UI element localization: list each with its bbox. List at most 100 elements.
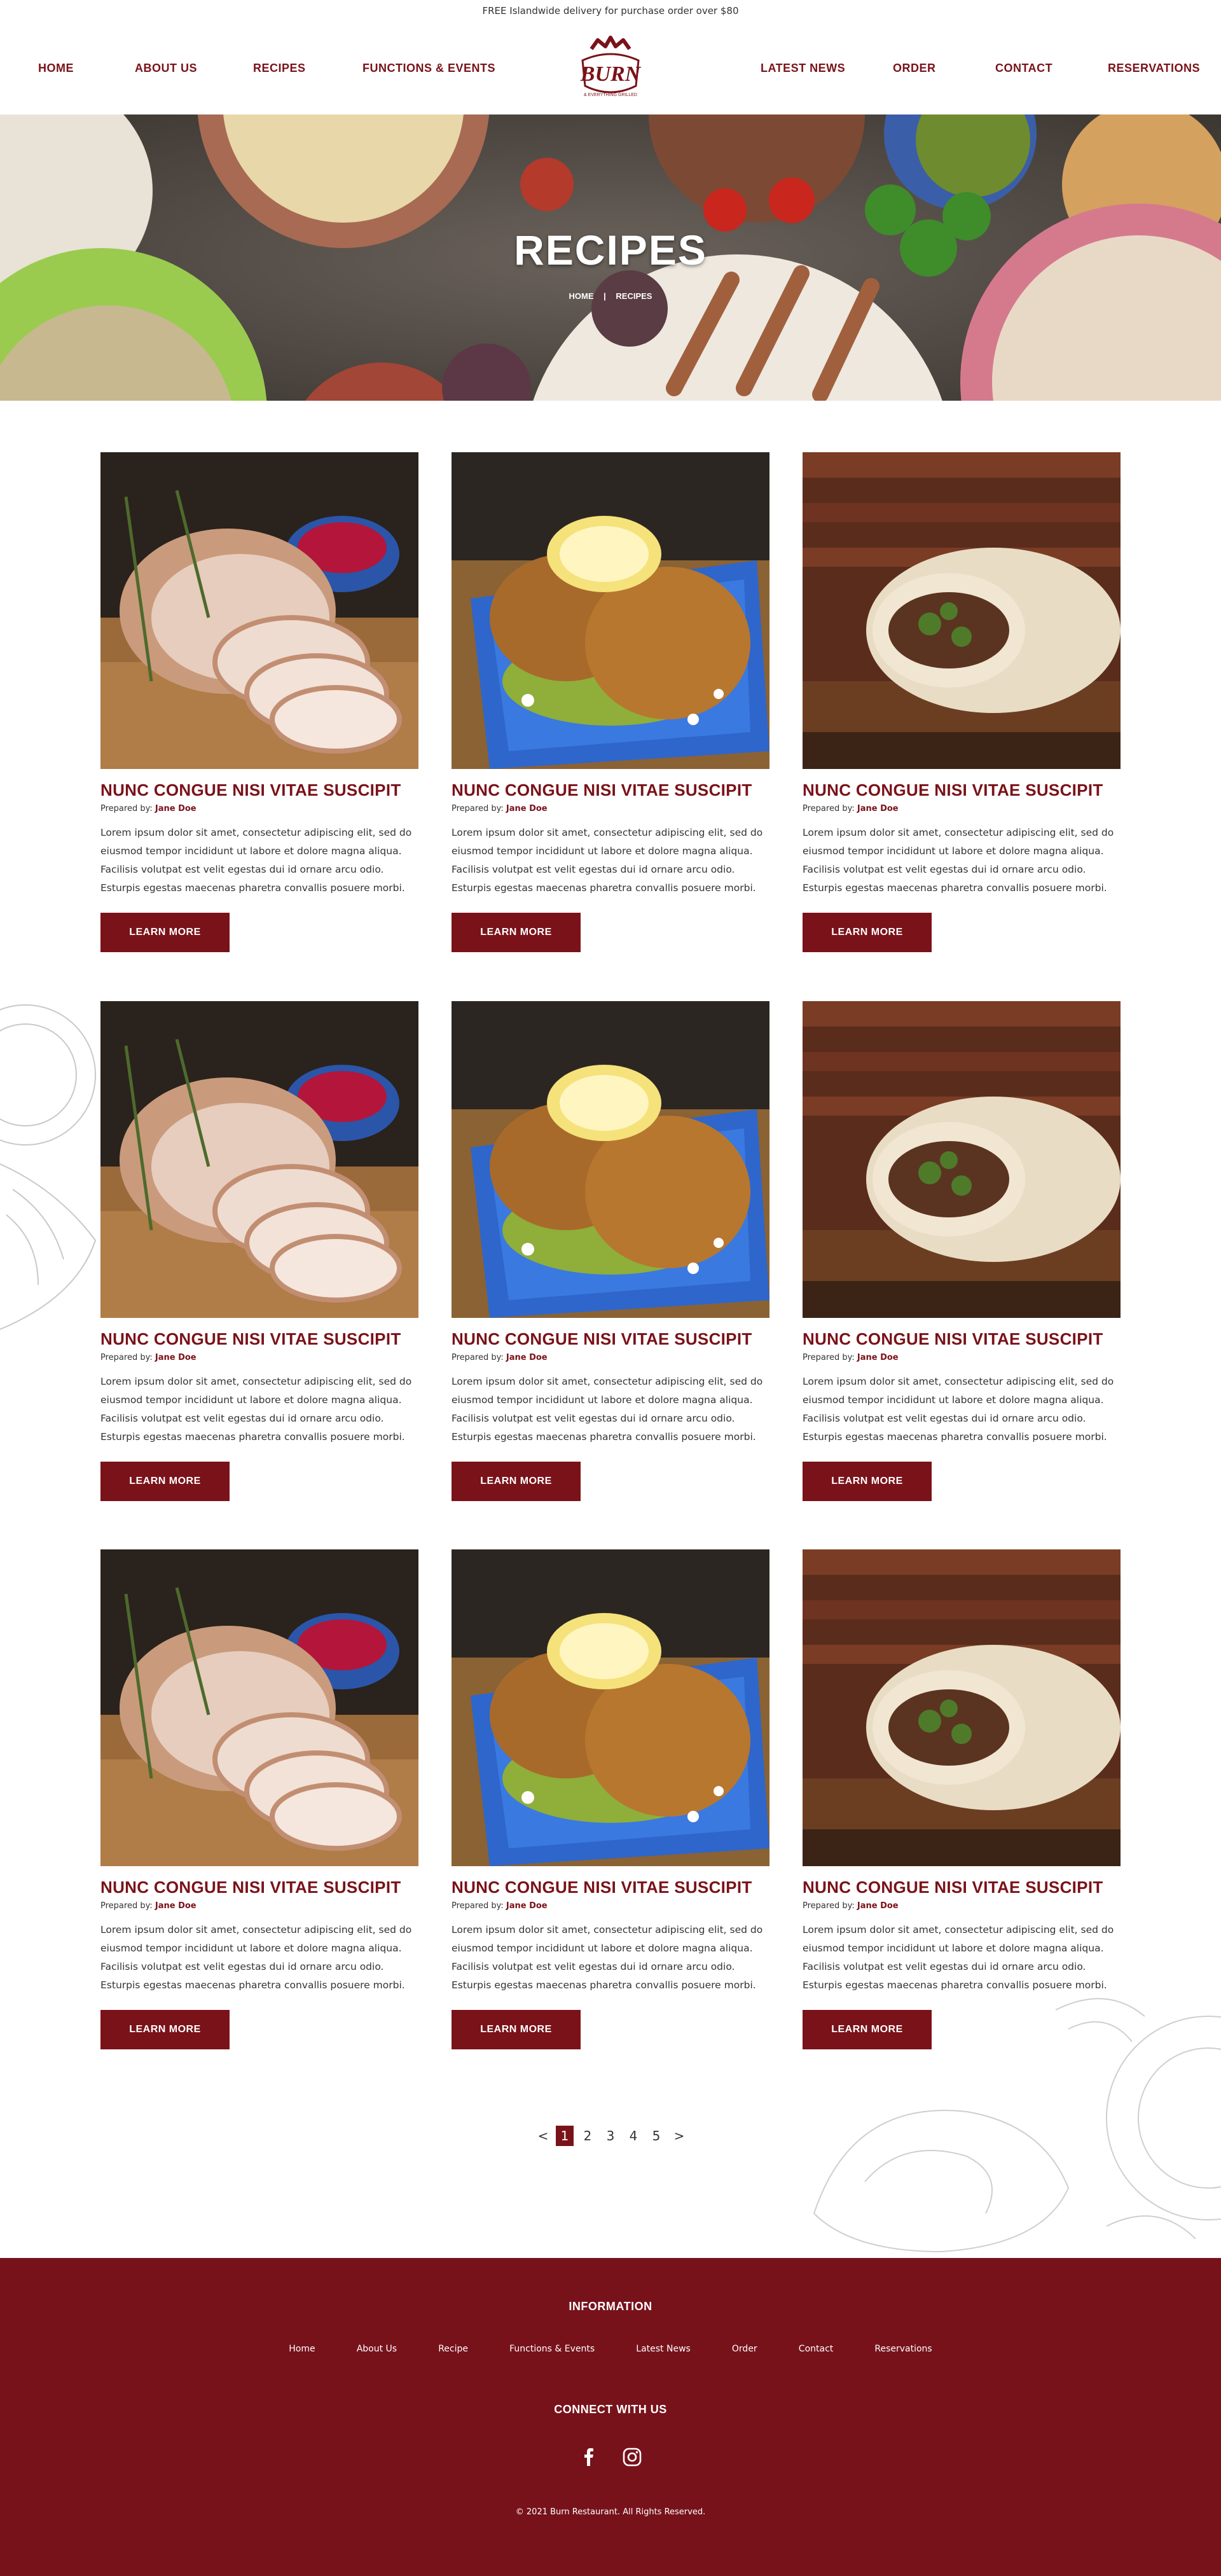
pagination-prev[interactable]: < [534, 2126, 552, 2146]
author-name[interactable]: Jane Doe [506, 1901, 548, 1911]
recipe-image[interactable] [452, 1001, 769, 1318]
footer-link-contact[interactable]: Contact [799, 2344, 833, 2354]
footer-connect-heading: CONNECT WITH US [554, 2403, 667, 2416]
recipe-title[interactable]: NUNC CONGUE NISI VITAE SUSCIPIT [452, 780, 769, 800]
author-name[interactable]: Jane Doe [857, 1353, 899, 1362]
announcement-bar: FREE Islandwide delivery for purchase or… [482, 5, 739, 17]
page-title: RECIPES [514, 226, 707, 274]
recipe-title[interactable]: NUNC CONGUE NISI VITAE SUSCIPIT [452, 1878, 769, 1897]
breadcrumb-home[interactable]: HOME [569, 291, 594, 301]
nav-order[interactable]: ORDER [893, 22, 936, 114]
recipe-card: NUNC CONGUE NISI VITAE SUSCIPIT Prepared … [452, 1001, 769, 1501]
nav-reservations[interactable]: RESERVATIONS [1108, 22, 1200, 114]
recipe-author: Prepared by: Jane Doe [452, 804, 769, 814]
learn-more-button[interactable]: LEARN MORE [803, 913, 932, 952]
recipe-image[interactable] [803, 1001, 1121, 1318]
recipe-title[interactable]: NUNC CONGUE NISI VITAE SUSCIPIT [803, 1329, 1121, 1349]
footer-link-reservations[interactable]: Reservations [874, 2344, 932, 2354]
recipe-image[interactable] [452, 1549, 769, 1866]
author-name[interactable]: Jane Doe [155, 804, 197, 814]
recipe-title[interactable]: NUNC CONGUE NISI VITAE SUSCIPIT [100, 1878, 418, 1897]
prepared-by-label: Prepared by: [100, 1353, 153, 1362]
author-name[interactable]: Jane Doe [506, 1353, 548, 1362]
recipe-title[interactable]: NUNC CONGUE NISI VITAE SUSCIPIT [803, 1878, 1121, 1897]
recipe-excerpt: Lorem ipsum dolor sit amet, consectetur … [452, 1376, 763, 1443]
recipe-author: Prepared by: Jane Doe [100, 1353, 418, 1362]
recipe-image[interactable] [100, 1001, 418, 1318]
recipe-excerpt: Lorem ipsum dolor sit amet, consectetur … [100, 1924, 412, 1991]
burn-logo[interactable]: BURN & EVERYTHING GRILLED [572, 35, 649, 105]
learn-more-button[interactable]: LEARN MORE [803, 1462, 932, 1501]
footer-links: Home About Us Recipe Functions & Events … [0, 2342, 1221, 2354]
recipe-card: NUNC CONGUE NISI VITAE SUSCIPIT Prepared … [100, 452, 418, 952]
page-2[interactable]: 2 [579, 2126, 597, 2146]
recipe-excerpt: Lorem ipsum dolor sit amet, consectetur … [100, 1376, 412, 1443]
recipe-card: NUNC CONGUE NISI VITAE SUSCIPIT Prepared … [803, 1001, 1121, 1501]
hero-banner: RECIPES HOME | RECIPES [0, 114, 1221, 401]
page-5[interactable]: 5 [647, 2126, 665, 2146]
recipe-author: Prepared by: Jane Doe [803, 1353, 1121, 1362]
prepared-by-label: Prepared by: [803, 804, 855, 814]
page-1[interactable]: 1 [556, 2126, 574, 2146]
recipe-author: Prepared by: Jane Doe [803, 804, 1121, 814]
footer-link-recipe[interactable]: Recipe [438, 2344, 468, 2354]
recipe-image[interactable] [803, 1549, 1121, 1866]
site-header: HOME ABOUT US RECIPES FUNCTIONS & EVENTS… [0, 22, 1221, 114]
author-name[interactable]: Jane Doe [857, 1901, 899, 1911]
author-name[interactable]: Jane Doe [857, 804, 899, 814]
learn-more-button[interactable]: LEARN MORE [100, 2010, 230, 2049]
author-name[interactable]: Jane Doe [155, 1901, 197, 1911]
footer-link-functions[interactable]: Functions & Events [509, 2344, 595, 2354]
recipe-title[interactable]: NUNC CONGUE NISI VITAE SUSCIPIT [100, 780, 418, 800]
footer-link-about[interactable]: About Us [357, 2344, 397, 2354]
recipe-title[interactable]: NUNC CONGUE NISI VITAE SUSCIPIT [100, 1329, 418, 1349]
footer-link-home[interactable]: Home [289, 2344, 315, 2354]
nav-recipes[interactable]: RECIPES [253, 22, 306, 114]
learn-more-button[interactable]: LEARN MORE [100, 1462, 230, 1501]
recipe-excerpt: Lorem ipsum dolor sit amet, consectetur … [452, 1924, 763, 1991]
recipe-image[interactable] [803, 452, 1121, 769]
prepared-by-label: Prepared by: [100, 804, 153, 814]
pagination-next[interactable]: > [670, 2126, 688, 2146]
breadcrumb: HOME | RECIPES [0, 291, 1221, 301]
copyright: © 2021 Burn Restaurant. All Rights Reser… [515, 2507, 706, 2517]
facebook-icon[interactable] [578, 2446, 600, 2468]
recipe-excerpt: Lorem ipsum dolor sit amet, consectetur … [452, 827, 763, 894]
recipe-card: NUNC CONGUE NISI VITAE SUSCIPIT Prepared … [100, 1549, 418, 2049]
recipe-author: Prepared by: Jane Doe [100, 1901, 418, 1911]
recipe-card: NUNC CONGUE NISI VITAE SUSCIPIT Prepared … [100, 1001, 418, 1501]
instagram-icon[interactable] [621, 2446, 643, 2468]
breadcrumb-separator: | [604, 291, 606, 301]
social-links [0, 2446, 1221, 2470]
footer-link-order[interactable]: Order [732, 2344, 757, 2354]
footer-info-heading: INFORMATION [569, 2300, 652, 2313]
site-footer: INFORMATION Home About Us Recipe Functio… [0, 2258, 1221, 2576]
author-name[interactable]: Jane Doe [506, 804, 548, 814]
nav-home[interactable]: HOME [38, 22, 74, 114]
learn-more-button[interactable]: LEARN MORE [452, 2010, 581, 2049]
recipe-author: Prepared by: Jane Doe [452, 1901, 769, 1911]
pagination: < 1 2 3 4 5 > [534, 2126, 687, 2149]
recipe-excerpt: Lorem ipsum dolor sit amet, consectetur … [803, 1924, 1114, 1991]
learn-more-button[interactable]: LEARN MORE [803, 2010, 932, 2049]
nav-latest-news[interactable]: LATEST NEWS [761, 22, 845, 114]
recipe-title[interactable]: NUNC CONGUE NISI VITAE SUSCIPIT [452, 1329, 769, 1349]
learn-more-button[interactable]: LEARN MORE [452, 913, 581, 952]
recipe-title[interactable]: NUNC CONGUE NISI VITAE SUSCIPIT [803, 780, 1121, 800]
nav-functions-events[interactable]: FUNCTIONS & EVENTS [362, 22, 495, 114]
learn-more-button[interactable]: LEARN MORE [100, 913, 230, 952]
nav-contact[interactable]: CONTACT [995, 22, 1052, 114]
page-3[interactable]: 3 [602, 2126, 619, 2146]
recipe-image[interactable] [100, 452, 418, 769]
prepared-by-label: Prepared by: [452, 804, 504, 814]
breadcrumb-current: RECIPES [616, 291, 652, 301]
learn-more-button[interactable]: LEARN MORE [452, 1462, 581, 1501]
nav-about-us[interactable]: ABOUT US [135, 22, 197, 114]
footer-link-news[interactable]: Latest News [636, 2344, 691, 2354]
page-4[interactable]: 4 [624, 2126, 642, 2146]
recipe-image[interactable] [452, 452, 769, 769]
recipe-image[interactable] [100, 1549, 418, 1866]
author-name[interactable]: Jane Doe [155, 1353, 197, 1362]
logo-tagline: & EVERYTHING GRILLED [584, 93, 637, 97]
recipe-excerpt: Lorem ipsum dolor sit amet, consectetur … [803, 1376, 1114, 1443]
